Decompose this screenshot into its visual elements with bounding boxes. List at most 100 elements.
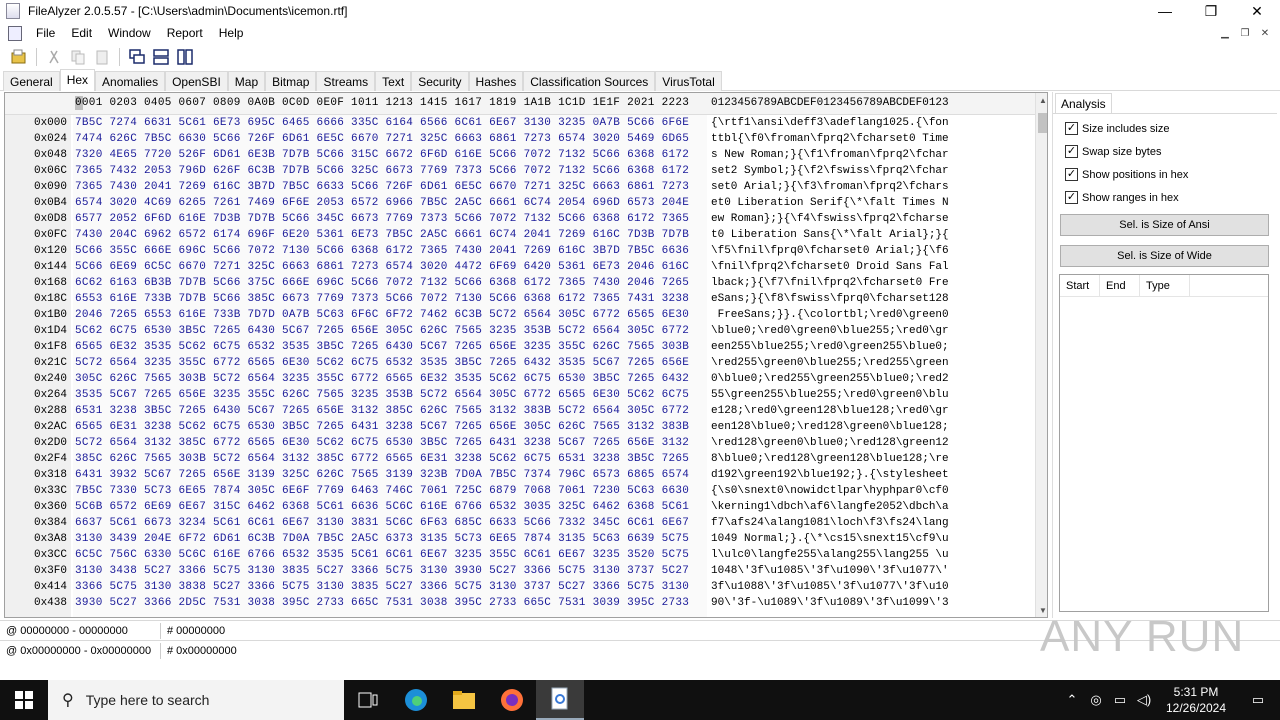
row-hex-bytes[interactable]: 3930 5C27 3366 2D5C 7531 3038 395C 2733 … — [75, 597, 689, 609]
column-type[interactable]: Type — [1140, 275, 1190, 296]
row-ascii[interactable]: et0 Liberation Serif{\*\falt Times N — [711, 197, 949, 209]
row-ascii[interactable]: 3f\u1088\'3f\u1085\'3f\u1077\'3f\u10 — [711, 581, 949, 593]
row-ascii[interactable]: set2 Symbol;}{\f2\fswiss\fprq2\fchar — [711, 165, 949, 177]
tab-text[interactable]: Text — [375, 71, 412, 91]
hex-row[interactable]: 0x2F4 385C 626C 7565 303B 5C72 6564 3132 … — [5, 451, 1035, 467]
meet-now-icon[interactable]: ◎ — [1084, 692, 1108, 708]
hex-row[interactable]: 0x144 5C66 6E69 6C5C 6670 7271 325C 6663 … — [5, 259, 1035, 275]
hex-row[interactable]: 0x360 5C6B 6572 6E69 6E67 315C 6462 6368 … — [5, 499, 1035, 515]
paste-icon[interactable] — [91, 46, 113, 68]
mdi-minimize-icon[interactable]: ▁ — [1216, 24, 1234, 42]
row-hex-bytes[interactable]: 6637 5C61 6673 3234 5C61 6C61 6E67 3130 … — [75, 517, 689, 529]
row-ascii[interactable]: s New Roman;}{\f1\froman\fprq2\fchar — [711, 149, 949, 161]
tab-streams[interactable]: Streams — [316, 71, 376, 91]
hex-row[interactable]: 0x3CC 6C5C 756C 6330 5C6C 616E 6766 6532 … — [5, 547, 1035, 563]
hex-row[interactable]: 0x2AC 6565 6E31 3238 5C62 6C75 6530 3B5C … — [5, 419, 1035, 435]
row-ascii[interactable]: \f5\fnil\fprq0\fcharset0 Arial;}{\f6 — [711, 245, 949, 257]
document-icon[interactable] — [8, 25, 22, 41]
maximize-button[interactable]: ❐ — [1188, 0, 1234, 22]
row-ascii[interactable]: 8\blue0;\red128\green128\blue128;\re — [711, 453, 949, 465]
row-ascii[interactable]: 90\'3f-\u1089\'3f\u1089\'3f\u1099\'3 — [711, 597, 949, 609]
row-ascii[interactable]: eSans;}{\f8\fswiss\fprq0\fcharset128 — [711, 293, 949, 305]
mdi-restore-icon[interactable]: ❐ — [1236, 24, 1254, 42]
row-hex-bytes[interactable]: 6565 6E31 3238 5C62 6C75 6530 3B5C 7265 … — [75, 421, 689, 433]
column-end[interactable]: End — [1100, 275, 1140, 296]
hex-viewer[interactable]: 0001 0203 0405 0607 0809 0A0B 0C0D 0E0F … — [4, 92, 1048, 618]
hex-row[interactable]: 0x240 305C 626C 7565 303B 5C72 6564 3235 … — [5, 371, 1035, 387]
edge-icon[interactable] — [392, 680, 440, 720]
checkbox-icon[interactable]: ✓ — [1065, 191, 1078, 204]
network-icon[interactable]: ▭ — [1108, 692, 1132, 708]
tab-virustotal[interactable]: VirusTotal — [655, 71, 722, 91]
hex-row[interactable]: 0x0B4 6574 3020 4C69 6265 7261 7469 6F6E … — [5, 195, 1035, 211]
row-hex-bytes[interactable]: 7B5C 7330 5C73 6E65 7874 305C 6E6F 7769 … — [75, 485, 689, 497]
hex-row[interactable]: 0x264 3535 5C67 7265 656E 3235 355C 626C … — [5, 387, 1035, 403]
hex-row[interactable]: 0x1D4 5C62 6C75 6530 3B5C 7265 6430 5C67 … — [5, 323, 1035, 339]
tile-vertical-icon[interactable] — [174, 46, 196, 68]
firefox-icon[interactable] — [488, 680, 536, 720]
row-hex-bytes[interactable]: 3366 5C75 3130 3838 5C27 3366 5C75 3130 … — [75, 581, 689, 593]
row-ascii[interactable]: 1048\'3f\u1085\'3f\u1090\'3f\u1077\' — [711, 565, 949, 577]
row-ascii[interactable]: 0\blue0;\red255\green255\blue0;\red2 — [711, 373, 949, 385]
vertical-scrollbar[interactable]: ▲ ▼ — [1035, 93, 1047, 617]
hex-row[interactable]: 0x1B0 2046 7265 6553 616E 733B 7D7D 0A7B … — [5, 307, 1035, 323]
row-hex-bytes[interactable]: 7430 204C 6962 6572 6174 696F 6E20 5361 … — [75, 229, 689, 241]
row-hex-bytes[interactable]: 385C 626C 7565 303B 5C72 6564 3132 385C … — [75, 453, 689, 465]
row-ascii[interactable]: lback;}{\f7\fnil\fprq2\fcharset0 Fre — [711, 277, 949, 289]
row-hex-bytes[interactable]: 5C72 6564 3132 385C 6772 6565 6E30 5C62 … — [75, 437, 689, 449]
checkbox-icon[interactable]: ✓ — [1065, 168, 1078, 181]
row-hex-bytes[interactable]: 6531 3238 3B5C 7265 6430 5C67 7265 656E … — [75, 405, 689, 417]
row-ascii[interactable]: \red255\green0\blue255;\red255\green — [711, 357, 949, 369]
windows-start-icon[interactable] — [0, 680, 48, 720]
hex-row[interactable]: 0x384 6637 5C61 6673 3234 5C61 6C61 6E67 … — [5, 515, 1035, 531]
close-button[interactable]: ✕ — [1234, 0, 1280, 22]
tab-map[interactable]: Map — [227, 71, 266, 91]
row-ascii[interactable]: t0 Liberation Sans{\*\falt Arial};}{ — [711, 229, 949, 241]
hex-row[interactable]: 0x21C 5C72 6564 3235 355C 6772 6565 6E30 … — [5, 355, 1035, 371]
row-hex-bytes[interactable]: 7474 626C 7B5C 6630 5C66 726F 6D61 6E5C … — [75, 133, 689, 145]
row-ascii[interactable]: FreeSans;}}.{\colortbl;\red0\green0 — [711, 309, 949, 321]
cascade-icon[interactable] — [126, 46, 148, 68]
tab-general[interactable]: General — [3, 71, 60, 91]
row-ascii[interactable]: 55\green255\blue255;\red0\green0\blu — [711, 389, 949, 401]
swap-size-bytes-checkbox[interactable]: ✓ Swap size bytes — [1065, 145, 1161, 158]
hex-row[interactable]: 0x3A8 3130 3439 204E 6F72 6D61 6C3B 7D0A … — [5, 531, 1035, 547]
clock[interactable]: 5:31 PM 12/26/2024 — [1156, 684, 1236, 716]
size-includes-size-checkbox[interactable]: ✓ Size includes size — [1065, 122, 1169, 135]
hex-row[interactable]: 0x120 5C66 355C 666E 696C 5C66 7072 7130 … — [5, 243, 1035, 259]
task-view-icon[interactable] — [344, 680, 392, 720]
taskbar-search[interactable]: ⚲ Type here to search — [48, 680, 344, 720]
row-ascii[interactable]: l\ulc0\langfe255\alang255\lang255 \u — [711, 549, 949, 561]
notification-icon[interactable]: ▭ — [1236, 692, 1280, 708]
hex-row[interactable]: 0x0FC 7430 204C 6962 6572 6174 696F 6E20 … — [5, 227, 1035, 243]
row-ascii[interactable]: {\rtf1\ansi\deff3\adeflang1025.{\fon — [711, 117, 949, 129]
hex-row[interactable]: 0x024 7474 626C 7B5C 6630 5C66 726F 6D61 … — [5, 131, 1035, 147]
row-hex-bytes[interactable]: 5C62 6C75 6530 3B5C 7265 6430 5C67 7265 … — [75, 325, 689, 337]
row-ascii[interactable]: een255\blue255;\red0\green255\blue0; — [711, 341, 949, 353]
sel-size-ansi-button[interactable]: Sel. is Size of Ansi — [1060, 214, 1269, 236]
row-ascii[interactable]: set0 Arial;}{\f3\froman\fprq2\fchars — [711, 181, 949, 193]
show-ranges-in-hex-checkbox[interactable]: ✓ Show ranges in hex — [1065, 191, 1179, 204]
row-ascii[interactable]: d192\green192\blue192;}.{\stylesheet — [711, 469, 949, 481]
row-hex-bytes[interactable]: 6C62 6163 6B3B 7D7B 5C66 375C 666E 696C … — [75, 277, 689, 289]
tab-classification-sources[interactable]: Classification Sources — [523, 71, 656, 91]
row-hex-bytes[interactable]: 5C66 355C 666E 696C 5C66 7072 7130 5C66 … — [75, 245, 689, 257]
hex-row[interactable]: 0x3F0 3130 3438 5C27 3366 5C75 3130 3835 … — [5, 563, 1035, 579]
minimize-button[interactable]: — — [1142, 0, 1188, 22]
checkbox-icon[interactable]: ✓ — [1065, 145, 1078, 158]
tab-hex[interactable]: Hex — [59, 69, 96, 91]
chevron-up-icon[interactable]: ⌃ — [1060, 692, 1084, 708]
tab-anomalies[interactable]: Anomalies — [95, 71, 166, 91]
row-hex-bytes[interactable]: 7365 7430 2041 7269 616C 3B7D 7B5C 6633 … — [75, 181, 689, 193]
row-hex-bytes[interactable]: 6577 2052 6F6D 616E 7D3B 7D7B 5C66 345C … — [75, 213, 689, 225]
column-start[interactable]: Start — [1060, 275, 1100, 296]
menu-edit[interactable]: Edit — [63, 26, 100, 40]
row-hex-bytes[interactable]: 3535 5C67 7265 656E 3235 355C 626C 7565 … — [75, 389, 689, 401]
tab-bitmap[interactable]: Bitmap — [265, 71, 317, 91]
tab-security[interactable]: Security — [411, 71, 469, 91]
hex-row[interactable]: 0x1F8 6565 6E32 3535 5C62 6C75 6532 3535 … — [5, 339, 1035, 355]
ranges-list[interactable]: Start End Type — [1059, 274, 1269, 612]
menu-window[interactable]: Window — [100, 26, 159, 40]
row-hex-bytes[interactable]: 6431 3932 5C67 7265 656E 3139 325C 626C … — [75, 469, 689, 481]
tab-opensbi[interactable]: OpenSBI — [165, 71, 228, 91]
